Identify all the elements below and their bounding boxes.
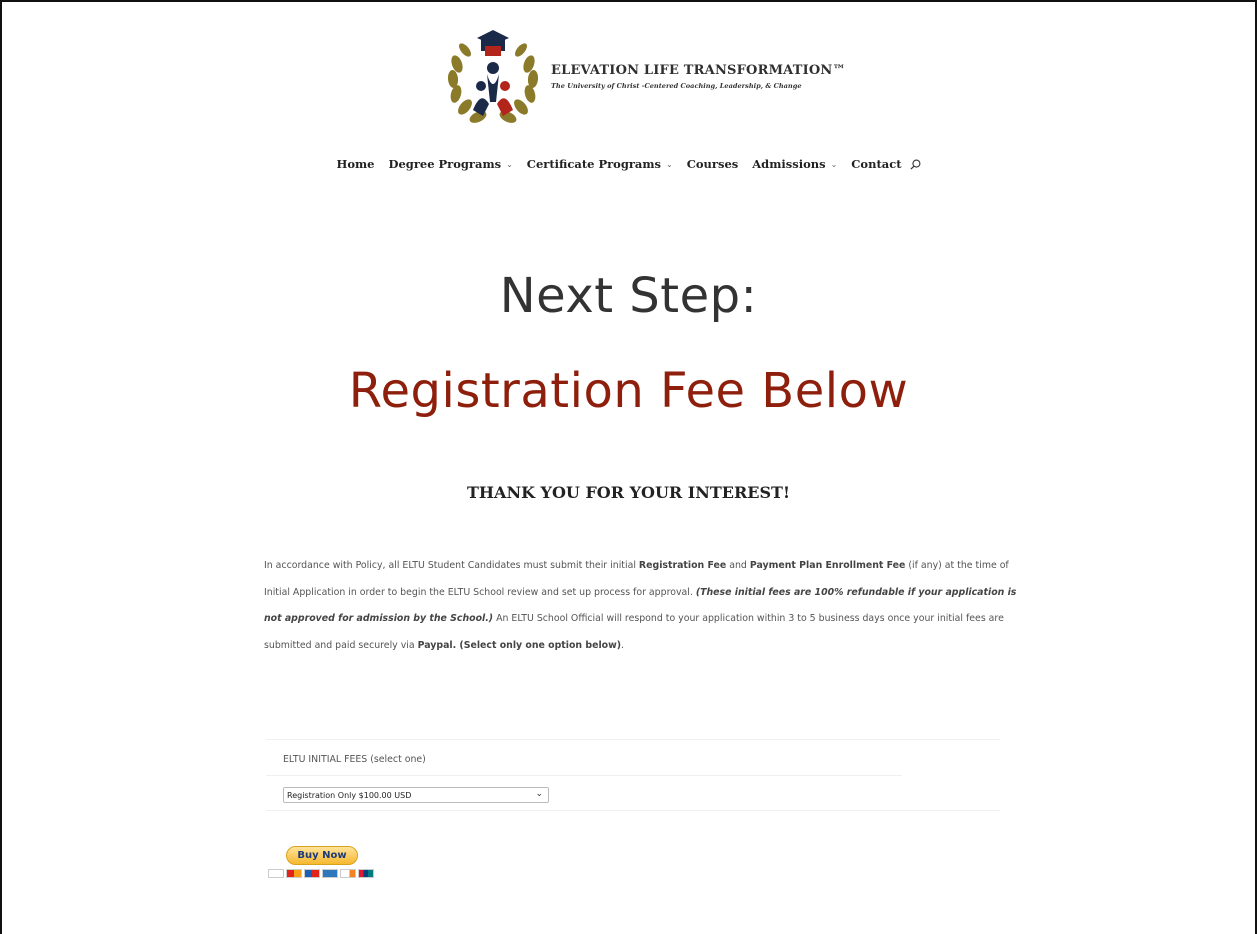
chevron-down-icon: ⌄ xyxy=(506,159,513,169)
payment-cards xyxy=(268,869,374,878)
policy-paragraph: In accordance with Policy, all ELTU Stud… xyxy=(264,553,1024,659)
nav-contact-label: Contact xyxy=(851,157,902,171)
hero-heading-registration: Registration Fee Below xyxy=(348,363,909,419)
nav-degree-label: Degree Programs xyxy=(388,157,502,171)
policy-text: . xyxy=(621,639,625,651)
amex-card-icon xyxy=(322,869,338,878)
nav-degree-programs[interactable]: Degree Programs ⌄ xyxy=(388,157,512,171)
fees-label: ELTU INITIAL FEES (select one) xyxy=(283,754,426,765)
fees-selected-option: Registration Only $100.00 USD xyxy=(287,790,412,800)
main-nav: Home Degree Programs ⌄ Certificate Progr… xyxy=(0,157,1257,171)
nav-certificate-label: Certificate Programs xyxy=(526,157,662,171)
chevron-down-icon: ⌄ xyxy=(830,159,838,169)
policy-text: In accordance with Policy, all ELTU Stud… xyxy=(264,560,639,571)
laurel-logo-icon xyxy=(447,30,539,123)
nav-courses[interactable]: Courses xyxy=(687,157,739,171)
policy-paypal-note: Paypal. (Select only one option below) xyxy=(417,639,622,651)
nav-certificate-programs[interactable]: Certificate Programs ⌄ xyxy=(527,157,673,171)
visa-card-icon xyxy=(268,869,284,878)
nav-home[interactable]: Home xyxy=(336,157,374,171)
brand-name: ELEVATION LIFE TRANSFORMATION™ xyxy=(551,62,846,78)
brand-tagline: The University of Christ -Centered Coach… xyxy=(551,81,802,90)
policy-registration-fee: Registration Fee xyxy=(638,560,727,571)
policy-text: and xyxy=(726,560,750,571)
chevron-down-icon: ⌄ xyxy=(666,159,673,169)
thank-you-heading: THANK YOU FOR YOUR INTEREST! xyxy=(467,483,790,502)
chevron-down-icon: ⌄ xyxy=(535,789,543,799)
mastercard-card-icon xyxy=(286,869,302,878)
discover-card-icon xyxy=(340,869,356,878)
nav-home-label: Home xyxy=(336,157,375,171)
nav-admissions[interactable]: Admissions ⌄ xyxy=(752,157,837,171)
maestro-card-icon xyxy=(304,869,320,878)
paypal-buy-now-button[interactable]: Buy Now xyxy=(286,846,358,865)
nav-admissions-label: Admissions xyxy=(752,157,826,171)
fees-select-row: Registration Only $100.00 USD ⌄ xyxy=(266,776,1000,811)
fees-form: ELTU INITIAL FEES (select one) Registrat… xyxy=(266,739,1000,812)
site-logo[interactable]: ELEVATION LIFE TRANSFORMATION™ The Unive… xyxy=(443,24,846,128)
unionpay-card-icon xyxy=(358,869,374,878)
policy-payment-plan-fee: Payment Plan Enrollment Fee xyxy=(749,560,906,571)
hero-heading-next-step: Next Step: xyxy=(499,268,758,324)
nav-contact[interactable]: Contact xyxy=(851,157,901,171)
nav-courses-label: Courses xyxy=(686,157,739,171)
search-icon[interactable] xyxy=(910,159,921,170)
fees-label-row: ELTU INITIAL FEES (select one) xyxy=(266,740,902,776)
fees-select[interactable]: Registration Only $100.00 USD ⌄ xyxy=(283,787,549,803)
